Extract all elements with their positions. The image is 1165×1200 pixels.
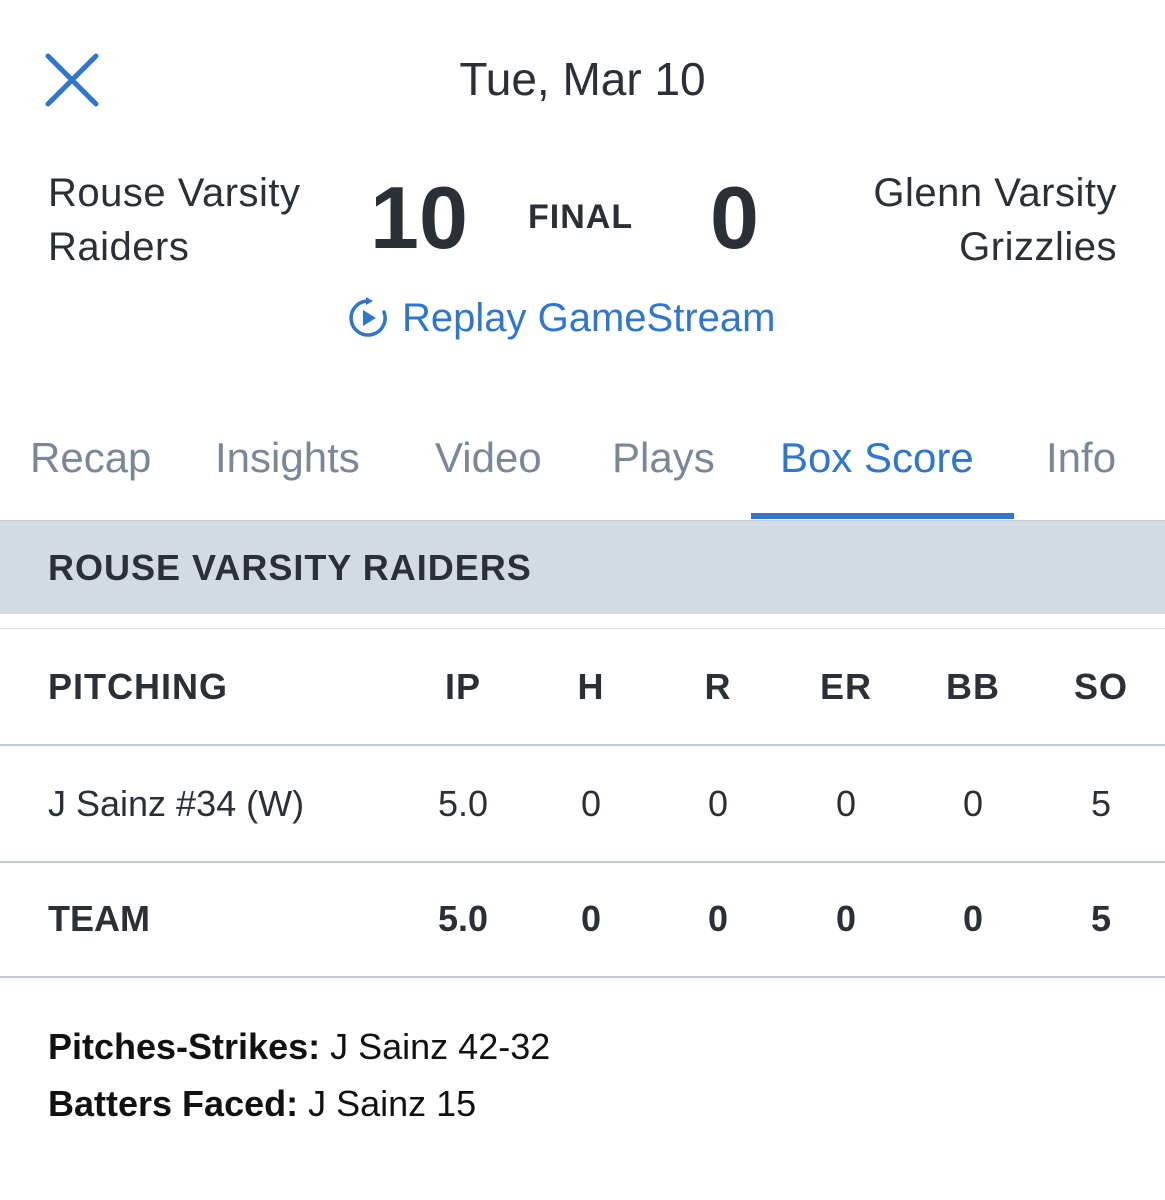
team-section-title: ROUSE VARSITY RAIDERS [48,547,532,588]
team-section-header: ROUSE VARSITY RAIDERS [0,520,1165,614]
column-header-er: ER [819,666,872,707]
home-team-name[interactable]: Rouse Varsity Raiders [48,166,301,274]
away-team-name[interactable]: Glenn Varsity Grizzlies [873,166,1117,274]
pitching-table-header: PITCHING IP H R ER BB SO [0,629,1165,746]
total-bb: 0 [962,898,984,939]
active-tab-indicator [751,513,1014,519]
column-header-bb: BB [946,666,1000,707]
tab-insights[interactable]: Insights [215,434,360,482]
home-team-name-line2: Raiders [48,225,190,269]
home-score: 10 [370,168,468,267]
cell-h: 0 [580,783,602,824]
total-h: 0 [580,898,602,939]
total-so: 5 [1090,898,1112,939]
home-team-name-line1: Rouse Varsity [48,171,301,215]
note-label: Pitches-Strikes: [48,1026,321,1067]
column-header-ip: IP [444,666,481,707]
column-header-so: SO [1073,666,1128,707]
game-status: FINAL [528,198,634,236]
replay-gamestream-button[interactable]: Replay GameStream [346,290,775,346]
team-total-row: TEAM 5.0 0 0 0 0 5 [0,861,1165,978]
tab-box-score[interactable]: Box Score [780,434,974,482]
away-team-name-line1: Glenn Varsity [873,171,1117,215]
tab-video[interactable]: Video [435,434,542,482]
note-batters-faced: Batters Faced: J Sainz 15 [48,1075,550,1132]
tab-plays[interactable]: Plays [612,434,715,482]
replay-play-icon [349,297,387,337]
tab-info[interactable]: Info [1046,434,1116,482]
total-r: 0 [707,898,729,939]
column-header-h: H [577,666,605,707]
away-score: 0 [710,168,759,267]
total-er: 0 [835,898,857,939]
table-row[interactable]: J Sainz #34 (W) 5.0 0 0 0 0 5 [0,746,1165,863]
total-label: TEAM [48,898,150,939]
away-team-name-line2: Grizzlies [959,225,1117,269]
note-value: J Sainz 42-32 [320,1026,551,1067]
game-date: Tue, Mar 10 [459,53,706,105]
cell-so: 5 [1090,783,1112,824]
cell-r: 0 [707,783,729,824]
pitching-notes: Pitches-Strikes: J Sainz 42-32 Batters F… [48,1018,550,1132]
tab-bar: Recap Insights Video Plays Box Score Inf… [0,412,1165,520]
column-header-pitching: PITCHING [48,666,229,707]
note-pitches-strikes: Pitches-Strikes: J Sainz 42-32 [48,1018,550,1075]
note-value: J Sainz 15 [298,1083,477,1124]
cell-er: 0 [835,783,857,824]
replay-gamestream-label: Replay GameStream [402,295,776,340]
column-header-r: R [704,666,732,707]
pitcher-name: J Sainz #34 (W) [48,783,305,824]
cell-bb: 0 [962,783,984,824]
cell-ip: 5.0 [437,783,489,824]
total-ip: 5.0 [437,898,489,939]
note-label: Batters Faced: [48,1083,299,1124]
tab-recap[interactable]: Recap [30,434,151,482]
